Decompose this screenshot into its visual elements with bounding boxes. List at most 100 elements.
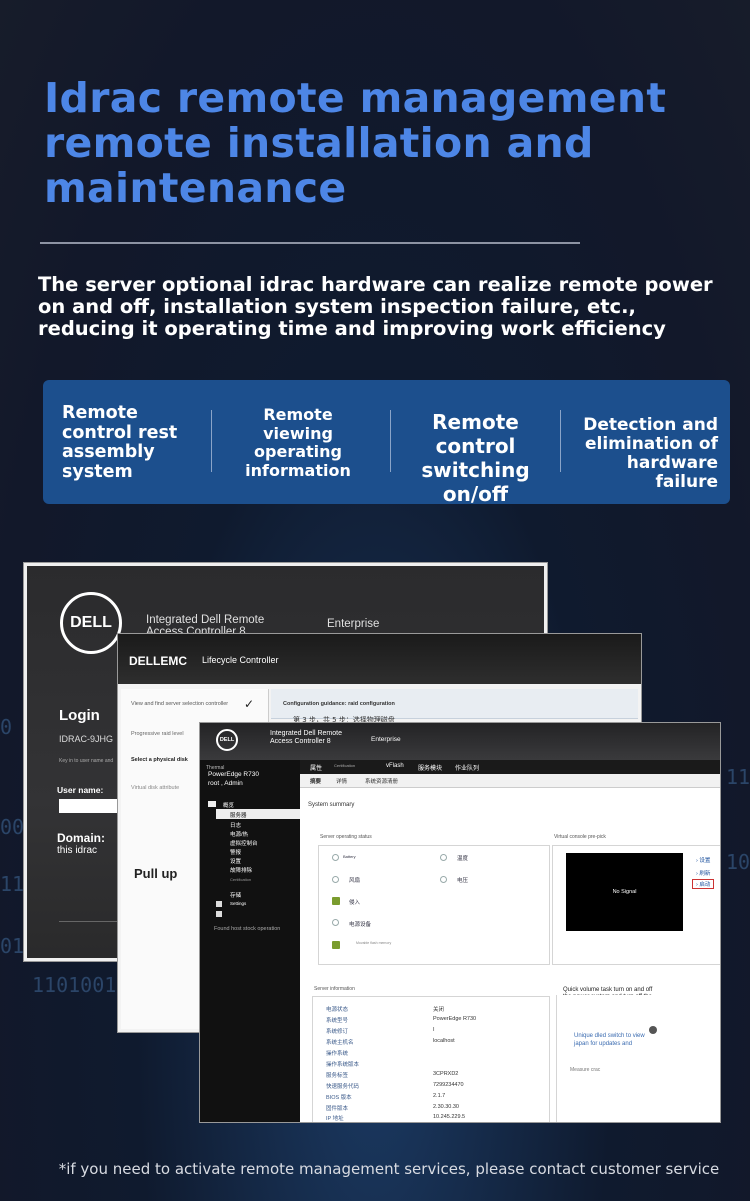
background-digits: 0 <box>0 715 13 739</box>
power-supply-icon <box>332 919 339 926</box>
measure-label: Measure crac <box>570 1067 601 1073</box>
info-value: PowerEdge R730 <box>433 1016 477 1022</box>
no-signal-text: No Signal <box>612 889 637 895</box>
background-digits: 11 <box>0 872 25 896</box>
domain-label: Domain: <box>57 831 105 845</box>
nav-item[interactable]: 虚拟控制台 <box>230 839 258 847</box>
nav-item[interactable]: 警报 <box>230 848 241 856</box>
edition-label: Enterprise <box>371 736 401 743</box>
collapse-icon[interactable] <box>208 801 216 807</box>
console-settings-link[interactable]: › 设置 <box>696 856 710 864</box>
config-guidance: Configuration guidance: raid configurati… <box>283 701 395 707</box>
info-key: 操作系统版本 <box>326 1062 360 1068</box>
background-digits: 11 <box>726 765 750 789</box>
username-label: User name: <box>57 785 104 795</box>
login-hint: Key in to user name and <box>59 758 114 764</box>
tree-navigation: Thermal PowerEdge R730 root , Admin 概览 服… <box>200 760 300 1122</box>
app-title: Lifecycle Controller <box>202 655 279 665</box>
info-key: 系统型号 <box>326 1018 349 1024</box>
feature-divider <box>390 410 391 472</box>
console-refresh-link[interactable]: › 刷新 <box>696 869 710 877</box>
info-key: 服务标签 <box>326 1073 349 1079</box>
console-panel-label: Virtual console pre-pick <box>554 834 606 840</box>
update-link[interactable]: Unique dled switch to view japan for upd… <box>574 1033 652 1048</box>
info-key: 快速服务代码 <box>326 1084 360 1090</box>
info-key: BIOS 版本 <box>326 1095 352 1101</box>
nav-item[interactable]: 故障排除 <box>230 866 252 874</box>
pull-up-label: Pull up <box>134 866 178 881</box>
info-key: 电源状态 <box>326 1007 349 1013</box>
status-item[interactable]: 电源设备 <box>349 920 371 928</box>
feature-divider <box>560 410 561 472</box>
info-key: 系统主机名 <box>326 1040 354 1046</box>
thermometer-icon <box>440 854 447 861</box>
background-digits: 01 <box>0 934 25 958</box>
status-item[interactable]: 风扇 <box>349 876 360 884</box>
subtab-inventory[interactable]: 系统资源清册 <box>365 777 398 785</box>
product-name: Integrated Dell Remote Access Controller… <box>270 730 342 745</box>
tab-certification[interactable]: Certification <box>334 763 355 768</box>
status-item[interactable]: Battery <box>343 854 356 859</box>
nav-item[interactable]: Settings <box>230 901 246 906</box>
info-key: 固件版本 <box>326 1106 349 1112</box>
fan-icon <box>332 876 339 883</box>
expand-icon[interactable] <box>216 901 222 907</box>
subtab-bar: 摘要 详情 系统资源清册 <box>300 774 720 788</box>
expand-icon[interactable] <box>216 911 222 917</box>
edition-label: Enterprise <box>327 618 380 630</box>
tab-service-module[interactable]: 服务模块 <box>418 763 442 772</box>
console-launch-link[interactable]: › 启动 <box>692 879 715 889</box>
background-digits: 10 <box>726 850 750 874</box>
nav-server-model: PowerEdge R730 <box>208 771 259 778</box>
subtitle: The server optional idrac hardware can r… <box>38 273 713 340</box>
footer-note: *if you need to activate remote manageme… <box>58 1160 720 1178</box>
tab-vflash[interactable]: vFlash <box>386 763 404 769</box>
idrac-summary-screenshot: DELL Integrated Dell Remote Access Contr… <box>199 722 721 1123</box>
nav-item[interactable]: 服务器 <box>230 811 247 819</box>
nav-item[interactable]: 概览 <box>223 801 234 809</box>
wizard-header: Configuration guidance: raid configurati… <box>271 689 638 724</box>
domain-value[interactable]: this idrac <box>57 845 97 856</box>
nav-item[interactable]: Certification <box>230 877 251 882</box>
console-preview[interactable]: No Signal <box>566 853 683 931</box>
nav-item[interactable]: 存储 <box>230 891 241 899</box>
info-value: 关闭 <box>433 1007 445 1013</box>
divider <box>59 921 119 922</box>
page-title: Idrac remote management remote installat… <box>44 76 704 211</box>
voltage-icon <box>440 876 447 883</box>
feature-band: Remote control rest assembly system Remo… <box>43 380 730 506</box>
status-item[interactable]: 电压 <box>457 876 468 884</box>
status-item[interactable]: Movable flash memory <box>356 941 396 945</box>
status-item[interactable]: 侵入 <box>349 898 360 906</box>
quick-panel <box>556 995 720 1122</box>
battery-icon <box>332 854 339 861</box>
nav-item[interactable]: Found host stock operation <box>214 926 298 932</box>
info-value: 2.1.7 <box>433 1093 446 1099</box>
info-key: 系统修订 <box>326 1029 349 1035</box>
feature-remote-control-rest: Remote control rest assembly system <box>62 403 178 482</box>
power-indicator-icon[interactable] <box>649 1026 657 1034</box>
step-item[interactable]: View and find server selection controlle… <box>121 701 241 707</box>
subtab-summary[interactable]: 摘要 <box>310 777 321 785</box>
feature-divider <box>211 410 212 472</box>
title-line-2: remote installation and <box>44 119 594 167</box>
title-line-1: Idrac remote management <box>44 74 667 122</box>
feature-hardware-failure: Detection and elimination of hardware fa… <box>583 415 718 492</box>
info-value: 7299234470 <box>433 1082 464 1088</box>
info-value: I <box>433 1027 435 1033</box>
nav-item[interactable]: 电源/热 <box>230 830 248 838</box>
dell-logo: DELL <box>216 729 238 751</box>
title-divider <box>40 242 580 244</box>
nav-item[interactable]: 日志 <box>230 821 241 829</box>
status-item[interactable]: 温度 <box>457 854 468 862</box>
info-value: 10.245.229.5 <box>433 1114 466 1120</box>
login-heading: Login <box>59 707 100 724</box>
nav-item[interactable]: 设置 <box>230 857 241 865</box>
ok-icon <box>332 941 340 949</box>
tab-job-queue[interactable]: 作业队列 <box>455 763 479 772</box>
info-value: localhost <box>433 1038 455 1044</box>
title-line-3: maintenance <box>44 164 347 212</box>
subtab-details[interactable]: 详情 <box>336 777 347 785</box>
info-key: 操作系统 <box>326 1051 349 1057</box>
tab-properties[interactable]: 属性 <box>310 763 322 772</box>
